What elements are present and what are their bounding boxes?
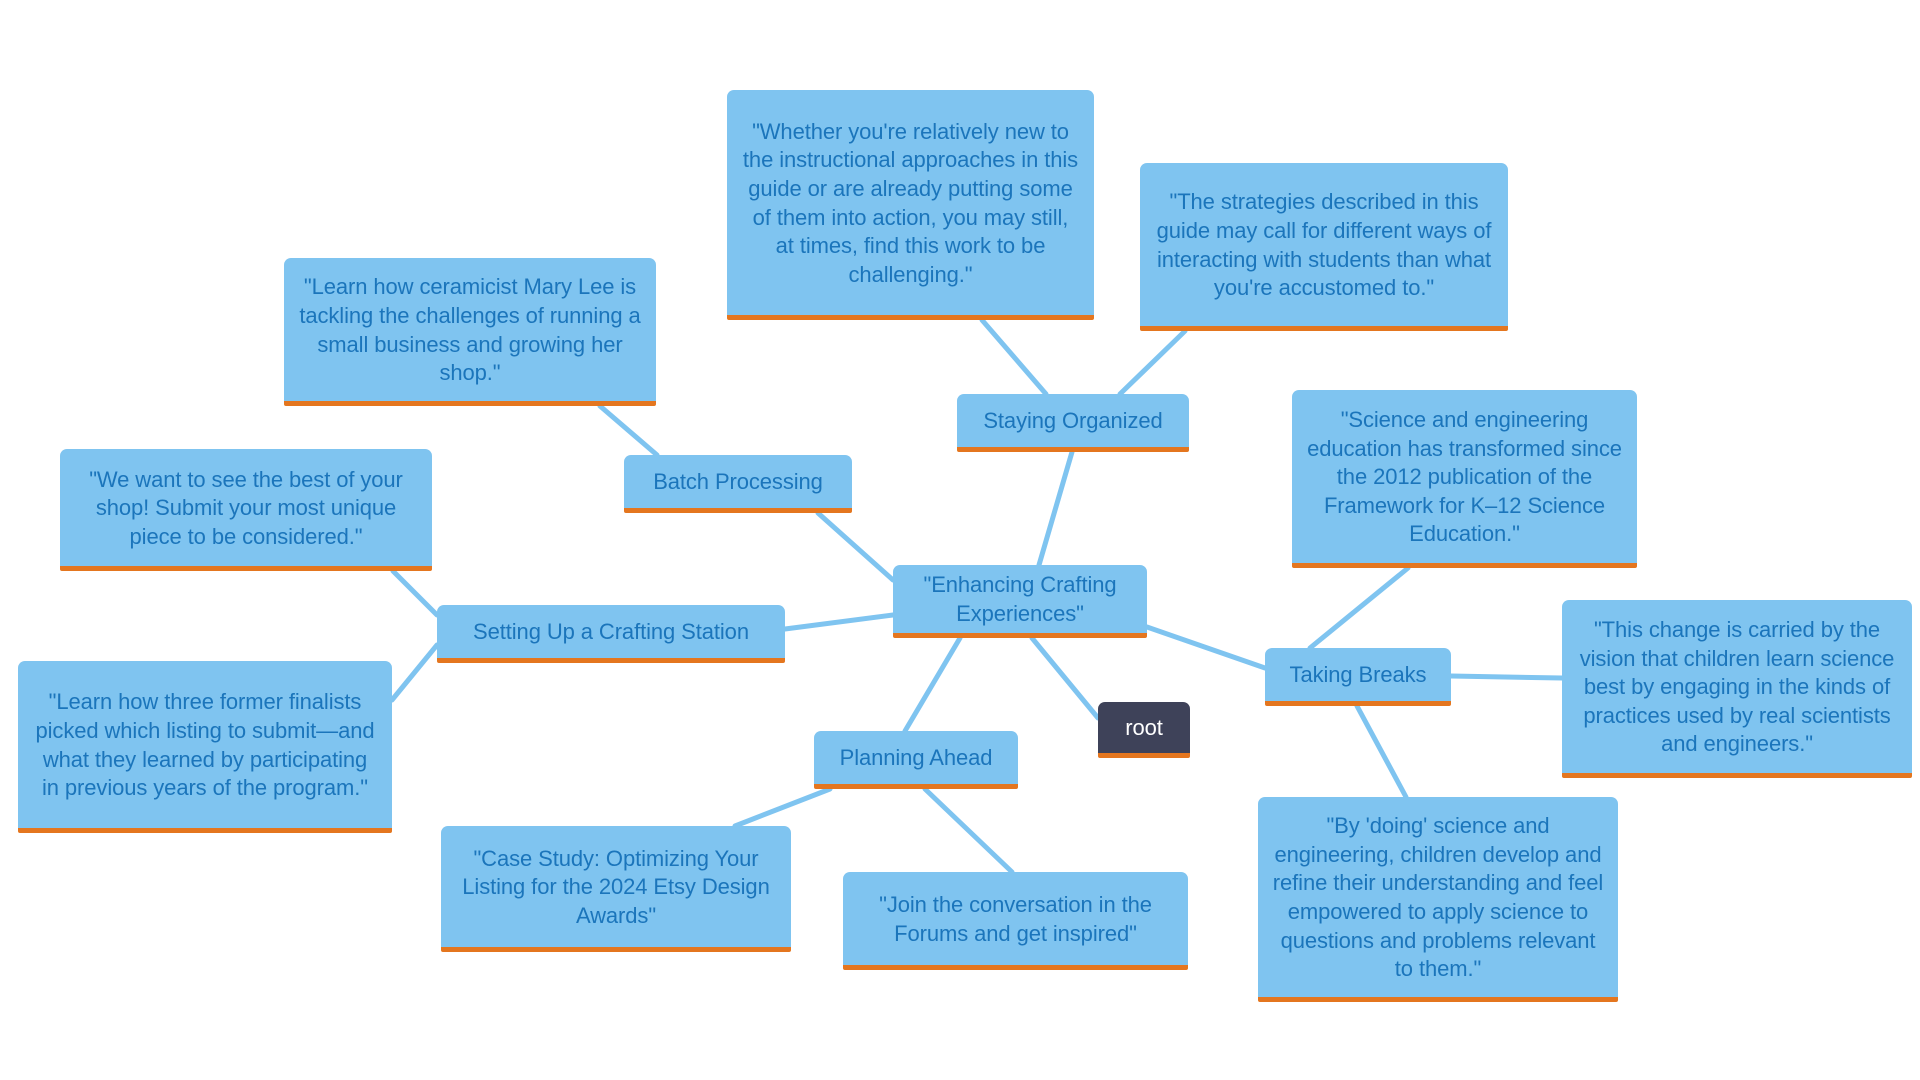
node-planning-ahead[interactable]: Planning Ahead <box>814 731 1018 789</box>
edge-center-to-planning-ahead <box>902 635 963 734</box>
node-label: Batch Processing <box>653 469 823 495</box>
node-label: Setting Up a Crafting Station <box>473 619 749 645</box>
node-label: "Science and engineering education has t… <box>1307 407 1622 547</box>
edge-planning-ahead-to-quote-case-study <box>732 786 833 829</box>
node-quote-mary-lee[interactable]: "Learn how ceramicist Mary Lee is tackli… <box>284 258 656 406</box>
edge-center-to-batch-processing <box>815 510 896 583</box>
node-quote-whether-new[interactable]: "Whether you're relatively new to the in… <box>727 90 1094 320</box>
node-quote-case-study[interactable]: "Case Study: Optimizing Your Listing for… <box>441 826 791 952</box>
node-label: Taking Breaks <box>1289 662 1427 688</box>
node-label: "Join the conversation in the Forums and… <box>879 891 1152 946</box>
mind-map-canvas: root "Enhancing Crafting Experiences" Stay… <box>0 0 1920 1080</box>
node-label: "Enhancing Crafting Experiences" <box>923 572 1117 626</box>
node-quote-science-engineering[interactable]: "Science and engineering education has t… <box>1292 390 1637 568</box>
node-label: "Case Study: Optimizing Your Listing for… <box>462 845 770 928</box>
node-root[interactable]: root <box>1098 702 1190 758</box>
node-label: "By 'doing' science and engineering, chi… <box>1272 813 1604 982</box>
edge-setting-up-crafting-station-to-quote-best-of-shop <box>390 568 440 618</box>
node-label: "Learn how ceramicist Mary Lee is tackli… <box>299 274 641 386</box>
edge-staying-organized-to-quote-whether-new <box>979 317 1049 397</box>
edge-center-to-setting-up-crafting-station <box>782 612 896 632</box>
node-label: "Whether you're relatively new to the in… <box>742 118 1079 287</box>
edge-setting-up-crafting-station-to-quote-three-finalists <box>389 642 440 703</box>
node-label: Planning Ahead <box>839 745 993 771</box>
node-taking-breaks[interactable]: Taking Breaks <box>1265 648 1451 706</box>
edge-batch-processing-to-quote-mary-lee <box>597 403 660 458</box>
node-setting-up-crafting-station[interactable]: Setting Up a Crafting Station <box>437 605 785 663</box>
edge-taking-breaks-to-quote-by-doing <box>1354 703 1409 800</box>
node-label: "Learn how three former finalists picked… <box>35 689 375 801</box>
edge-root-to-center <box>1029 635 1101 721</box>
edge-taking-breaks-to-quote-science-engineering <box>1307 565 1411 651</box>
node-quote-by-doing[interactable]: "By 'doing' science and engineering, chi… <box>1258 797 1618 1002</box>
edge-planning-ahead-to-quote-join-conversation <box>922 786 1015 875</box>
node-staying-organized[interactable]: Staying Organized <box>957 394 1189 452</box>
node-label: "This change is carried by the vision th… <box>1579 617 1895 757</box>
edge-center-to-staying-organized <box>1036 449 1075 568</box>
node-quote-three-finalists[interactable]: "Learn how three former finalists picked… <box>18 661 392 833</box>
node-quote-this-change[interactable]: "This change is carried by the vision th… <box>1562 600 1912 778</box>
node-label: "The strategies described in this guide … <box>1156 189 1492 301</box>
node-label: root <box>1125 715 1163 741</box>
node-quote-strategies-described[interactable]: "The strategies described in this guide … <box>1140 163 1508 331</box>
node-batch-processing[interactable]: Batch Processing <box>624 455 852 513</box>
edge-taking-breaks-to-quote-this-change <box>1448 673 1565 681</box>
node-quote-join-conversation[interactable]: "Join the conversation in the Forums and… <box>843 872 1188 970</box>
edge-center-to-taking-breaks <box>1144 624 1268 671</box>
node-label: "We want to see the best of your shop! S… <box>89 466 403 549</box>
edge-staying-organized-to-quote-strategies-described <box>1117 328 1188 397</box>
node-quote-best-of-shop[interactable]: "We want to see the best of your shop! S… <box>60 449 432 571</box>
node-center[interactable]: "Enhancing Crafting Experiences" <box>893 565 1147 638</box>
node-label: Staying Organized <box>983 408 1163 434</box>
